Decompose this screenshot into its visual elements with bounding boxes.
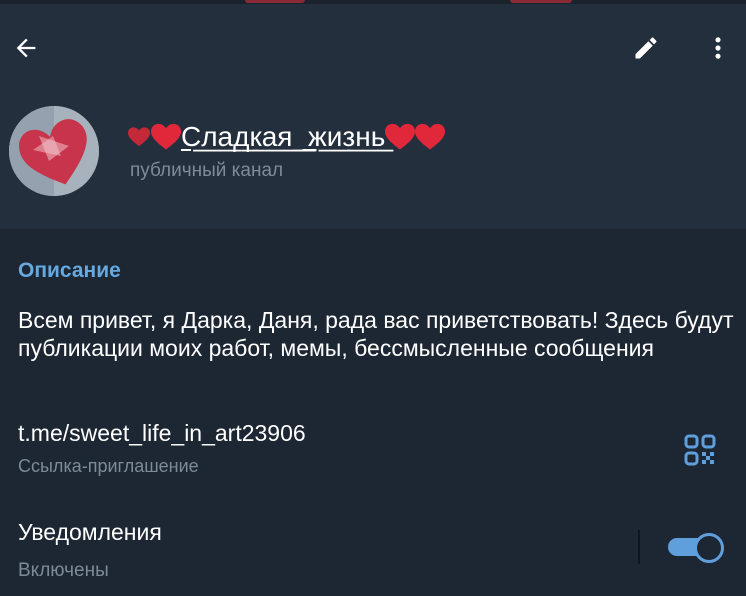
description-section-title: Описание	[18, 259, 121, 282]
heart-icon	[151, 123, 181, 150]
status-bar-mark	[510, 0, 572, 3]
arrow-left-icon	[16, 38, 36, 58]
notifications-toggle[interactable]	[668, 533, 724, 563]
channel-info-screen: С̲л̲а̲д̲к̲а̲я̲_̲ж̲и̲з̲н̲ь̲ публичный кан…	[0, 0, 746, 596]
heart-icon	[415, 123, 446, 150]
status-bar-mark	[245, 0, 305, 3]
heart-icon	[128, 127, 150, 147]
channel-avatar[interactable]	[9, 106, 99, 196]
more-vertical-icon	[715, 37, 721, 59]
edit-button[interactable]	[626, 28, 666, 68]
channel-description: Всем привет, я Дарка, Даня, рада вас при…	[18, 307, 734, 361]
qr-code-icon	[684, 434, 716, 466]
channel-type-label: публичный канал	[130, 160, 284, 181]
invite-link[interactable]: t.me/sweet_life_in_art23906	[18, 420, 306, 447]
heart-icon	[385, 123, 416, 150]
pencil-icon	[635, 37, 657, 59]
avatar-heart-image	[9, 106, 99, 196]
qr-code-button[interactable]	[680, 430, 720, 470]
divider	[638, 530, 640, 564]
back-button[interactable]	[6, 28, 46, 68]
status-bar-edge	[0, 0, 746, 4]
notifications-label[interactable]: Уведомления	[18, 519, 162, 546]
more-options-button[interactable]	[698, 28, 738, 68]
notifications-status: Включены	[18, 560, 109, 581]
channel-header: С̲л̲а̲д̲к̲а̲я̲_̲ж̲и̲з̲н̲ь̲ публичный кан…	[0, 0, 746, 229]
toggle-knob	[694, 533, 724, 563]
channel-name-text: С̲л̲а̲д̲к̲а̲я̲_̲ж̲и̲з̲н̲ь̲	[181, 121, 386, 152]
channel-title: С̲л̲а̲д̲к̲а̲я̲_̲ж̲и̲з̲н̲ь̲	[128, 120, 446, 154]
invite-link-caption: Ссылка-приглашение	[18, 456, 199, 476]
